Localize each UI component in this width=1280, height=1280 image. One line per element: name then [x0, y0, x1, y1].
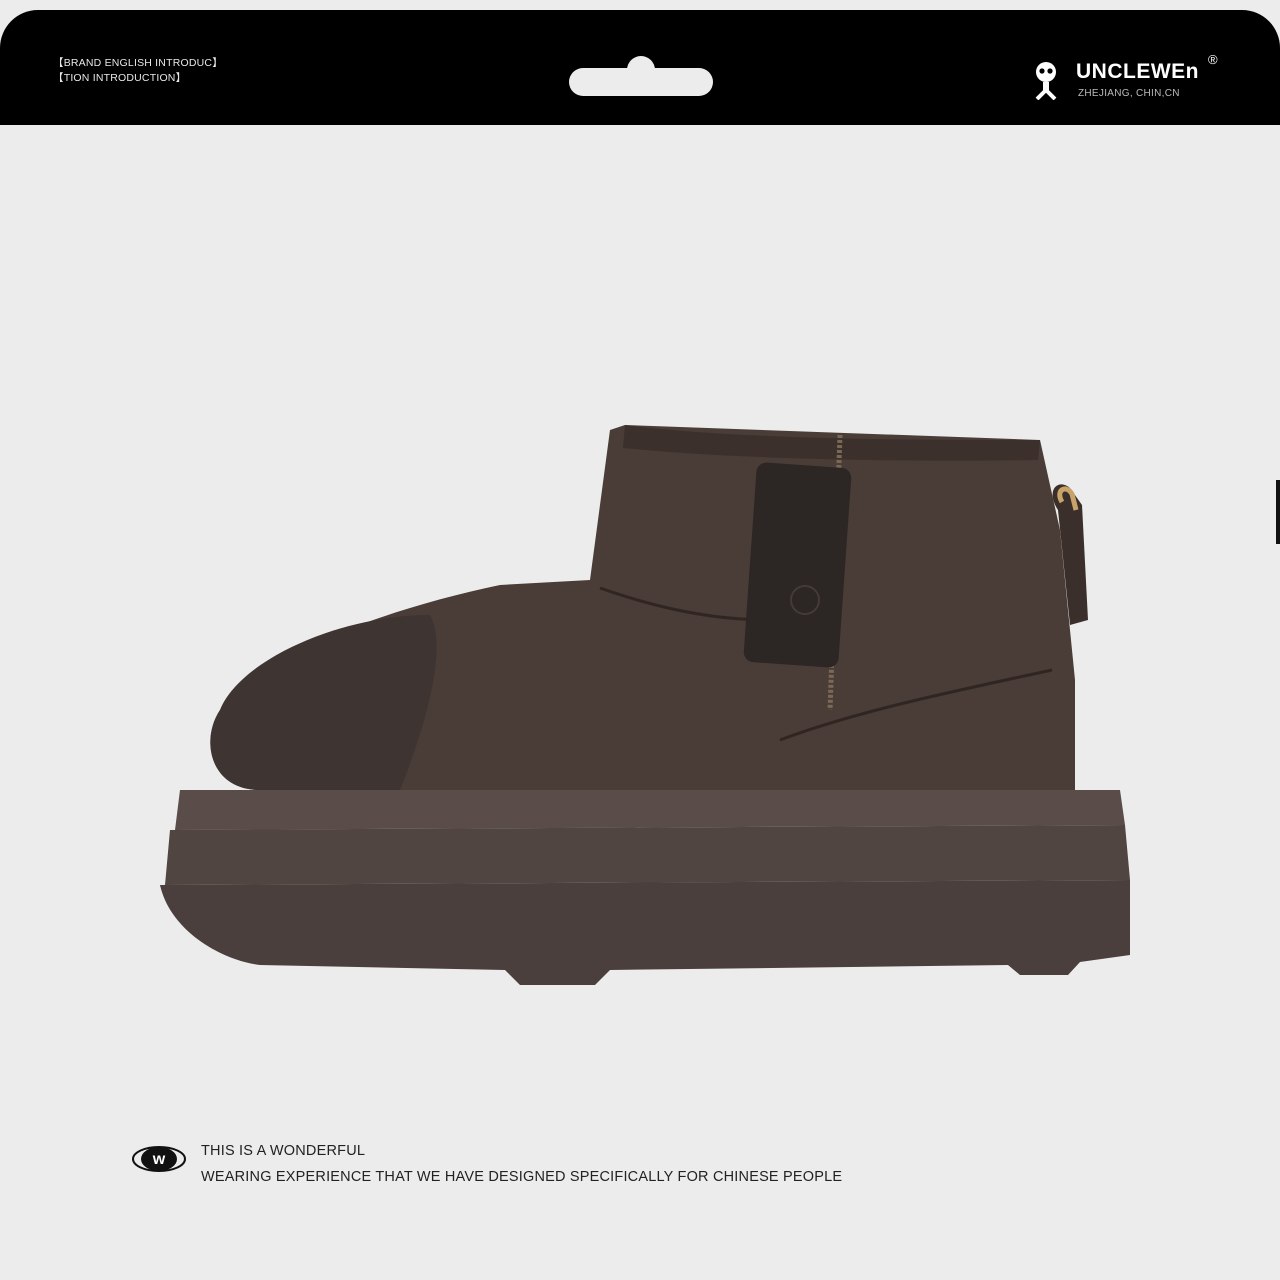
intro-line-2: 【TION INTRODUCTION】 — [53, 72, 187, 84]
footer-logo-letter: w — [152, 1151, 166, 1168]
edge-marker — [1276, 480, 1280, 544]
intro-line-1: 【BRAND ENGLISH INTRODUC】 — [53, 57, 223, 69]
footer-w-logo-icon: w — [132, 1146, 186, 1172]
packaging-header: 【BRAND ENGLISH INTRODUC】 【TION INTRODUCT… — [0, 10, 1280, 125]
brand-location: ZHEJIANG, CHIN,CN — [1078, 88, 1180, 99]
brand-intro-text: 【BRAND ENGLISH INTRODUC】 【TION INTRODUCT… — [53, 56, 223, 86]
footer-tagline: THIS IS A WONDERFUL WEARING EXPERIENCE T… — [201, 1138, 842, 1190]
registered-mark: ® — [1208, 52, 1218, 67]
footer-line-2: WEARING EXPERIENCE THAT WE HAVE DESIGNED… — [201, 1169, 843, 1185]
ankle-boot-image — [160, 425, 1130, 985]
hang-hole — [569, 56, 713, 96]
footer-line-1: THIS IS A WONDERFUL — [201, 1143, 366, 1159]
brand-name: UNCLEWEn — [1076, 60, 1199, 83]
brand-mascot-icon — [1035, 62, 1057, 100]
